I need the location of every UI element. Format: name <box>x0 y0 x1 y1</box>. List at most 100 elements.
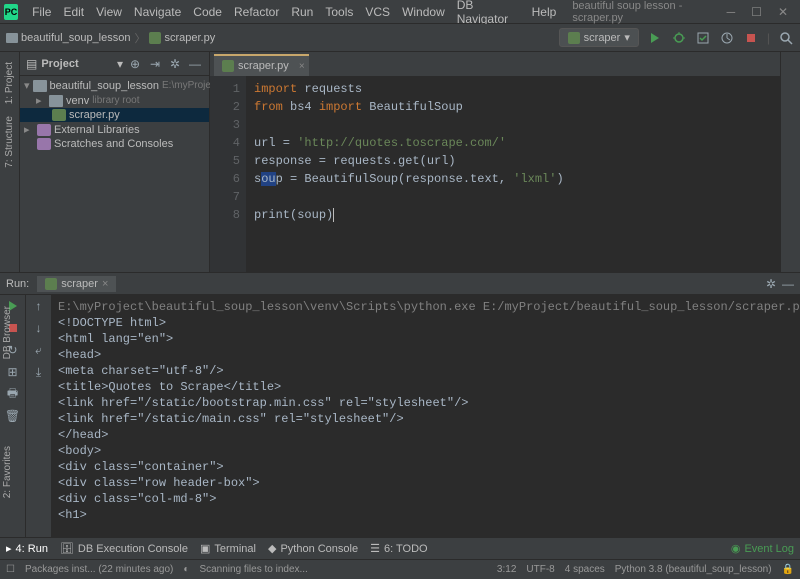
hide-icon[interactable]: — <box>187 56 203 72</box>
library-icon <box>37 124 51 136</box>
tool-window-favorites[interactable]: 2: Favorites <box>0 440 15 504</box>
editor-tab-scraper[interactable]: scraper.py × <box>214 54 309 76</box>
hide-icon[interactable]: — <box>782 277 794 291</box>
run-icon: ▸ <box>6 542 12 555</box>
scratch-icon <box>37 138 51 150</box>
trash-icon[interactable]: 🗑 <box>6 409 20 423</box>
tab-terminal[interactable]: ▣ Terminal <box>200 542 256 555</box>
tree-external-libraries[interactable]: ▸ External Libraries <box>20 122 209 137</box>
menu-view[interactable]: View <box>90 5 128 19</box>
menu-navigate[interactable]: Navigate <box>128 5 187 19</box>
maximize-icon[interactable]: ☐ <box>751 5 762 19</box>
expand-arrow-icon[interactable]: ▾ <box>24 79 30 92</box>
menu-vcs[interactable]: VCS <box>359 5 396 19</box>
project-panel-title: Project <box>41 58 117 70</box>
menu-run[interactable]: Run <box>285 5 319 19</box>
progress-icon: ◐ <box>183 564 189 575</box>
python-file-icon <box>222 60 234 72</box>
wrap-icon[interactable]: ⤶ <box>32 343 46 357</box>
up-icon[interactable]: ↑ <box>32 299 46 313</box>
run-tab-scraper[interactable]: scraper × <box>37 276 116 292</box>
status-indent[interactable]: 4 spaces <box>565 564 605 575</box>
tab-db-console[interactable]: 🗄 DB Execution Console <box>60 542 188 555</box>
locate-icon[interactable]: ⊕ <box>127 56 143 72</box>
close-tab-icon[interactable]: × <box>102 278 108 290</box>
status-packages[interactable]: Packages inst... (22 minutes ago) <box>25 564 173 575</box>
chevron-down-icon: ▾ <box>624 31 630 44</box>
editor-body[interactable]: 1 2 3 4 5 6 7 8 import requestsfrom bs4 … <box>210 76 780 272</box>
menu-dbnavigator[interactable]: DB Navigator <box>451 0 526 26</box>
breadcrumb-file[interactable]: scraper.py <box>149 32 215 44</box>
status-encoding[interactable]: UTF-8 <box>526 564 554 575</box>
menu-edit[interactable]: Edit <box>57 5 90 19</box>
tree-extlib-label: External Libraries <box>54 124 140 136</box>
folder-icon: ▤ <box>26 57 37 71</box>
debug-icon[interactable] <box>671 30 687 46</box>
titlebar: PC File Edit View Navigate Code Refactor… <box>0 0 800 24</box>
bottom-tool-tabs: ▸ 4: Run 🗄 DB Execution Console ▣ Termin… <box>0 537 800 559</box>
code-editor[interactable]: import requestsfrom bs4 import Beautiful… <box>246 76 780 272</box>
tree-scratches[interactable]: Scratches and Consoles <box>20 137 209 151</box>
expand-arrow-icon[interactable]: ▸ <box>24 123 34 136</box>
menu-refactor[interactable]: Refactor <box>228 5 285 19</box>
status-indicator-icon[interactable]: ☐ <box>6 564 15 575</box>
breadcrumb-sep: 〉 <box>134 30 145 46</box>
python-file-icon <box>52 109 66 121</box>
run-panel-label: Run: <box>6 278 29 290</box>
tree-venv[interactable]: ▸ venv library root <box>20 93 209 108</box>
lock-icon[interactable]: 🔒 <box>782 564 794 575</box>
run-tool-window: Run: scraper × ✲ — ↻ ⊞ 🖶 🗑 ↑ ↓ ⤶ ⤓ <box>0 272 800 537</box>
stop-icon[interactable] <box>743 30 759 46</box>
run-config-selector[interactable]: scraper ▾ <box>559 28 639 47</box>
coverage-icon[interactable] <box>695 30 711 46</box>
tool-window-dbbrowser[interactable]: DB Browser <box>0 300 15 365</box>
tree-venv-label: venv <box>66 95 89 107</box>
menu-help[interactable]: Help <box>526 5 563 19</box>
statusbar: ☐ Packages inst... (22 minutes ago) ◐ Sc… <box>0 559 800 579</box>
down-icon[interactable]: ↓ <box>32 321 46 335</box>
folder-icon <box>33 80 47 92</box>
tab-event-log[interactable]: ◉ Event Log <box>731 542 794 555</box>
status-cursor-pos[interactable]: 3:12 <box>497 564 516 575</box>
minimize-icon[interactable]: ─ <box>727 5 736 19</box>
tab-run[interactable]: ▸ 4: Run <box>6 542 48 555</box>
tool-window-project[interactable]: 1: Project <box>2 56 17 110</box>
console-output[interactable]: E:\myProject\beautiful_soup_lesson\venv\… <box>52 295 800 537</box>
menu-tools[interactable]: Tools <box>319 5 359 19</box>
search-icon[interactable] <box>778 30 794 46</box>
run-tab-label: scraper <box>61 278 98 290</box>
run-icon[interactable] <box>647 30 663 46</box>
navbar: beautiful_soup_lesson 〉 scraper.py scrap… <box>0 24 800 52</box>
project-panel-arrow[interactable]: ▾ <box>117 57 123 71</box>
expand-arrow-icon[interactable]: ▸ <box>36 94 46 107</box>
tree-file-scraper[interactable]: scraper.py <box>20 108 209 122</box>
profile-icon[interactable] <box>719 30 735 46</box>
print-icon[interactable]: 🖶 <box>6 387 20 401</box>
menu-window[interactable]: Window <box>396 5 451 19</box>
window-title: beautiful soup lesson - scraper.py <box>562 0 726 24</box>
tool-window-structure[interactable]: 7: Structure <box>2 110 17 174</box>
menu-code[interactable]: Code <box>187 5 228 19</box>
editor-area: scraper.py × 1 2 3 4 5 6 7 8 import requ… <box>210 52 780 272</box>
editor-tab-label: scraper.py <box>238 60 289 72</box>
status-interpreter[interactable]: Python 3.8 (beautiful_soup_lesson) <box>615 564 772 575</box>
app-logo: PC <box>4 4 18 20</box>
close-icon[interactable]: ✕ <box>778 5 788 19</box>
breadcrumb: beautiful_soup_lesson 〉 scraper.py <box>6 30 215 46</box>
gear-icon[interactable]: ✲ <box>167 56 183 72</box>
close-tab-icon[interactable]: × <box>299 61 305 72</box>
collapse-icon[interactable]: ⇥ <box>147 56 163 72</box>
scroll-icon[interactable]: ⤓ <box>32 365 46 379</box>
tab-todo[interactable]: ☰ 6: TODO <box>370 542 427 555</box>
tree-root[interactable]: ▾ beautiful_soup_lesson E:\myProje... <box>20 78 209 93</box>
tree-venv-note: library root <box>92 95 139 106</box>
python-icon: ◆ <box>268 542 276 555</box>
breadcrumb-root[interactable]: beautiful_soup_lesson <box>6 32 130 44</box>
run-config-label: scraper <box>584 32 621 44</box>
gear-icon[interactable]: ✲ <box>766 277 776 291</box>
menu-file[interactable]: File <box>26 5 57 19</box>
project-tree[interactable]: ▾ beautiful_soup_lesson E:\myProje... ▸ … <box>20 76 209 153</box>
todo-icon: ☰ <box>370 542 380 555</box>
tab-python-console[interactable]: ◆ Python Console <box>268 542 358 555</box>
layout-icon[interactable]: ⊞ <box>6 365 20 379</box>
